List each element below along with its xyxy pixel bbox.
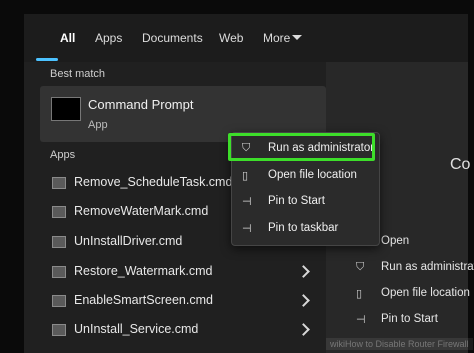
window-frame-left [0, 0, 24, 353]
preview-title: Co [450, 156, 471, 173]
list-item-label: UnInstall_Service.cmd [74, 322, 199, 336]
best-match-title: Command Prompt [88, 97, 194, 112]
script-file-icon [52, 266, 66, 278]
script-file-icon [52, 206, 66, 218]
preview-action-label: Open [381, 235, 410, 247]
preview-action-label: Open file location [381, 287, 470, 299]
list-item-label: Restore_Watermark.cmd [74, 264, 213, 278]
menu-item-pin-to-taskbar[interactable]: ⊣ Pin to taskbar [232, 217, 379, 241]
pin-icon: ⊣ [242, 223, 252, 235]
script-file-icon [52, 324, 66, 336]
tab-apps[interactable]: Apps [95, 31, 122, 45]
script-file-icon [52, 295, 66, 307]
preview-action-open-location[interactable]: ▯ Open file location [352, 285, 472, 307]
preview-action-label: Pin to Start [381, 313, 438, 325]
chevron-down-icon[interactable] [292, 35, 302, 40]
menu-item-pin-to-start[interactable]: ⊣ Pin to Start [232, 190, 379, 214]
folder-icon: ▯ [242, 170, 249, 182]
menu-item-open-file-location[interactable]: ▯ Open file location [232, 164, 379, 188]
tab-active-indicator [36, 58, 58, 61]
script-file-icon [52, 236, 66, 248]
menu-item-label: Open file location [268, 169, 357, 181]
tab-web[interactable]: Web [219, 31, 243, 45]
window-frame-top [0, 0, 474, 14]
shield-icon: ⛉ [356, 261, 365, 273]
list-item-label: Remove_ScheduleTask.cmd [74, 175, 233, 189]
highlight-box [228, 133, 375, 161]
command-prompt-icon [51, 97, 81, 121]
script-file-icon [52, 177, 66, 189]
apps-heading: Apps [50, 149, 76, 161]
watermark: wikiHow to Disable Router Firewall [326, 338, 473, 350]
chevron-right-icon[interactable] [297, 265, 310, 278]
list-item[interactable]: EnableSmartScreen.cmd [46, 290, 326, 314]
tab-more[interactable]: More [263, 31, 290, 45]
list-item[interactable]: Restore_Watermark.cmd [46, 261, 326, 285]
pin-icon: ⊣ [242, 196, 252, 208]
menu-item-label: Pin to Start [268, 195, 325, 207]
list-item[interactable]: UnInstall_Service.cmd [46, 319, 326, 343]
chevron-right-icon[interactable] [297, 294, 310, 307]
pin-icon: ⊣ [356, 314, 366, 326]
folder-icon: ▯ [356, 288, 363, 300]
preview-action-pin-start[interactable]: ⊣ Pin to Start [352, 311, 472, 333]
best-match-heading: Best match [50, 68, 106, 80]
best-match-subtitle: App [88, 119, 108, 131]
preview-action-run-admin[interactable]: ⛉ Run as administrat [352, 259, 474, 281]
menu-item-label: Pin to taskbar [268, 222, 339, 234]
list-item-label: UnInstallDriver.cmd [74, 234, 183, 248]
preview-action-label: Run as administrat [381, 261, 474, 273]
chevron-right-icon[interactable] [297, 323, 310, 336]
search-tabs: All Apps Documents Web More [24, 14, 468, 62]
tab-all[interactable]: All [60, 31, 75, 45]
tab-documents[interactable]: Documents [142, 31, 203, 45]
list-item-label: EnableSmartScreen.cmd [74, 293, 213, 307]
list-item-label: RemoveWaterMark.cmd [74, 204, 209, 218]
